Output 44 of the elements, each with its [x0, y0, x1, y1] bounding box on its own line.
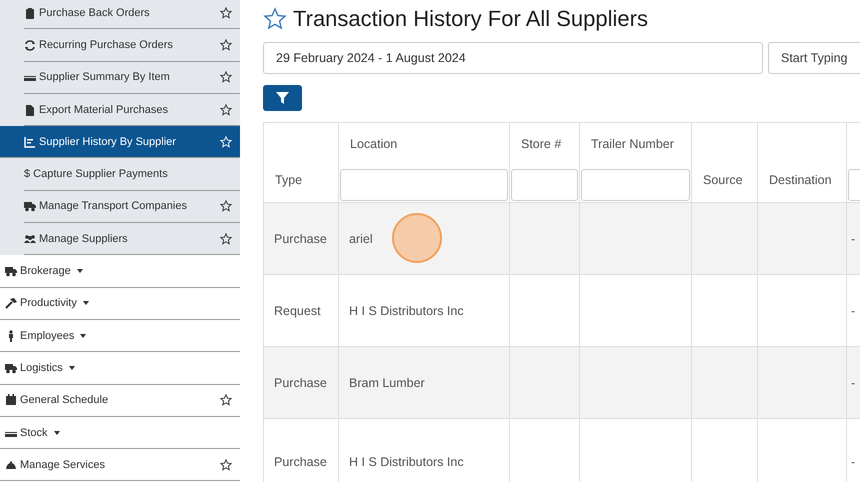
- sidebar-item[interactable]: Productivity: [0, 288, 240, 320]
- page-title: Transaction History For All Suppliers: [293, 6, 648, 32]
- star-icon[interactable]: [220, 38, 232, 51]
- repeat-icon: [24, 38, 36, 51]
- table-cell: -: [851, 376, 856, 390]
- hammer-icon: [5, 297, 17, 310]
- star-icon[interactable]: [220, 458, 232, 471]
- date-range-field[interactable]: 29 February 2024 - 1 August 2024: [263, 42, 763, 74]
- truck-icon: [24, 200, 36, 212]
- star-icon[interactable]: [220, 394, 232, 406]
- sidebar-item[interactable]: Supplier Summary By Item: [24, 62, 240, 94]
- table-cell: Request: [274, 304, 321, 318]
- search-field[interactable]: Start Typing: [768, 42, 860, 74]
- column-filter-field[interactable]: [581, 169, 690, 201]
- table-cell: -: [851, 455, 856, 469]
- table-cell: -: [851, 232, 856, 246]
- table-cell: H I S Distributors Inc: [349, 455, 464, 469]
- table-cell: Purchase: [274, 376, 327, 390]
- table-cell: Bram Lumber: [349, 376, 425, 390]
- sidebar-item[interactable]: Supplier History By Supplier: [0, 126, 240, 158]
- filter-icon: [276, 92, 289, 104]
- table-cell: ariel: [349, 232, 373, 246]
- sidebar-item[interactable]: General Schedule: [0, 384, 240, 417]
- truck-icon: [5, 265, 17, 278]
- users-icon: [24, 232, 36, 245]
- star-icon[interactable]: [263, 7, 287, 31]
- star-icon[interactable]: [220, 104, 232, 116]
- bell-icon: [5, 458, 17, 471]
- table-cell: H I S Distributors Inc: [349, 304, 464, 318]
- table-cell: Purchase: [274, 232, 327, 246]
- calendar-icon: [5, 394, 17, 406]
- file-icon: [24, 104, 36, 116]
- table-cell: -: [851, 304, 856, 318]
- filter-button[interactable]: [263, 85, 302, 111]
- star-icon[interactable]: [220, 71, 232, 84]
- star-icon[interactable]: [220, 232, 232, 245]
- truck-icon: [5, 362, 17, 374]
- column-filter-field[interactable]: [340, 169, 508, 201]
- column-filter-field[interactable]: [511, 169, 578, 201]
- chart-icon: [24, 136, 36, 148]
- star-icon[interactable]: [220, 6, 232, 19]
- clipboard-icon: [24, 6, 36, 19]
- table-cell: Purchase: [274, 455, 327, 469]
- star-icon[interactable]: [220, 200, 232, 212]
